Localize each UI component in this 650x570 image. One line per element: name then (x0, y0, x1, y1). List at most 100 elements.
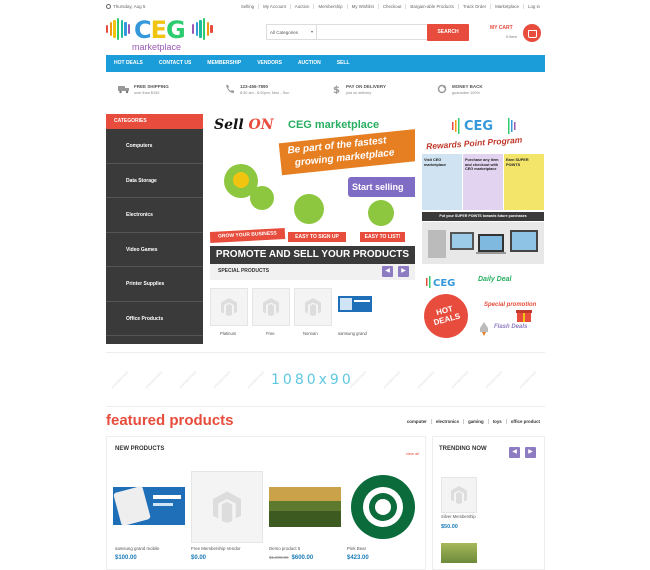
trending-product-image[interactable] (441, 543, 477, 563)
special-product-image[interactable] (210, 288, 248, 326)
starbucks-logo-image (351, 475, 415, 539)
feature-sub: guarantee 100% (452, 91, 480, 95)
view-all-link[interactable]: view all (406, 451, 419, 456)
tab-gaming[interactable]: gaming (463, 419, 488, 424)
sidebar-item-data-storage[interactable]: Data Storage (106, 164, 203, 198)
top-link-auction[interactable]: Auction (289, 4, 314, 9)
cart-widget[interactable]: MY CART 0 item (490, 24, 544, 43)
product-name[interactable]: Pink Bear (347, 546, 366, 551)
sidebar-item-video-games[interactable]: Video Games (106, 233, 203, 267)
feature-sub: just on delivery (346, 91, 372, 95)
special-product-name[interactable]: Free (266, 331, 275, 336)
search-input[interactable] (319, 26, 419, 39)
top-link-checkout[interactable]: Checkout (377, 4, 406, 9)
category-select[interactable]: All Categories (267, 25, 317, 40)
placeholder-logo-icon (221, 298, 237, 316)
truck-icon (118, 86, 129, 94)
special-product-image[interactable] (252, 288, 290, 326)
features-strip: FREE SHIPPING over than $150 123-456-789… (106, 80, 545, 102)
tab-electronics[interactable]: electronics (430, 419, 463, 424)
banner-ribbon: Be part of the fastest growing marketpla… (278, 128, 415, 176)
svg-text:$: $ (333, 85, 340, 94)
categories-header: CATEGORIES (106, 114, 203, 129)
cart-icon[interactable] (523, 24, 541, 42)
top-link-login[interactable]: Log in (523, 4, 544, 9)
product-image[interactable] (191, 471, 263, 543)
product-image[interactable] (347, 471, 419, 543)
chevron-left-icon[interactable]: ◀ (509, 447, 520, 458)
ceg-logo-small: CEG (426, 276, 455, 289)
nav-item-vendors[interactable]: VENDORS (249, 55, 290, 72)
nav-item-contact-us[interactable]: CONTACT US (151, 55, 199, 72)
rewards-panel: Purchase any item and checkout with CEG … (463, 154, 503, 210)
ad-placeholder[interactable]: unwatermark unwatermark unwatermark unwa… (106, 352, 545, 407)
new-products-title: NEW PRODUCTS (115, 446, 165, 452)
top-link-membership[interactable]: Membership (313, 4, 346, 9)
product-image[interactable] (113, 471, 185, 543)
start-selling-button[interactable]: Start selling (348, 177, 415, 197)
landscape-product-image (269, 487, 341, 527)
top-link-marketplace[interactable]: Marketplace (490, 4, 523, 9)
chevron-right-icon[interactable]: ▶ (398, 266, 409, 277)
feature-sub: over than $150 (134, 91, 160, 95)
hero-banner[interactable]: Sell ON CEG marketplace Be part of the f… (210, 114, 415, 264)
chevron-left-icon[interactable]: ◀ (382, 266, 393, 277)
deals-banner[interactable]: CEG HOT DEALS Daily Deal Special promoti… (419, 272, 544, 344)
product-image[interactable] (269, 471, 341, 543)
rewards-strip: Put your SUPER POINTS towards future pur… (422, 212, 544, 221)
special-product-name[interactable]: Platinum (220, 331, 236, 336)
placeholder-logo-icon (263, 298, 279, 316)
cart-items-count: 0 item (506, 34, 517, 39)
trending-product-image[interactable] (441, 477, 477, 513)
search-button[interactable]: SEARCH (427, 24, 469, 41)
rewards-title: Rewards Point Program (425, 134, 523, 152)
daily-deal-label: Daily Deal (478, 276, 512, 283)
banner-easy-signup-label: EASY TO SIGN UP (288, 232, 346, 242)
cart-label: MY CART (490, 25, 513, 31)
top-link-bargain[interactable]: Bargain-able Products (405, 4, 457, 9)
top-link-selling[interactable]: Selling (237, 4, 258, 9)
category-select-value: All Categories (270, 30, 299, 35)
top-link-my-account[interactable]: My Account (258, 4, 290, 9)
top-bar: Thursday, Aug 5 Selling My Account Aucti… (0, 0, 650, 14)
clock-icon (106, 4, 111, 9)
feature-title: MONEY BACK (452, 84, 483, 89)
electronics-image (422, 222, 544, 264)
logo-bars-right (192, 18, 213, 40)
product-price-group: $1,000.00 $600.00 (269, 555, 313, 561)
banner-sell-text: Sell ON (214, 117, 274, 133)
nav-item-auction[interactable]: AUCTION (290, 55, 329, 72)
categories-sidebar: CATEGORIES Computers Data Storage Electr… (106, 114, 203, 344)
sidebar-item-computers[interactable]: Computers (106, 129, 203, 164)
product-name[interactable]: samsung grand mobile (115, 546, 159, 551)
rewards-step-3: Earn SUPER POINTS (506, 158, 529, 167)
nav-item-sell[interactable]: SELL (329, 55, 358, 72)
sidebar-item-office-products[interactable]: Office Products (106, 302, 203, 336)
logo-letters: CEG (134, 16, 186, 44)
special-product-name[interactable]: Nonnan (303, 331, 318, 336)
nav-item-hot-deals[interactable]: HOT DEALS (106, 55, 151, 72)
special-product-image[interactable] (336, 288, 374, 326)
trending-product-name[interactable]: Silver Membership (441, 514, 476, 519)
special-product-name[interactable]: samsung grand (338, 331, 367, 336)
special-product-image[interactable] (294, 288, 332, 326)
phone-icon (226, 85, 234, 93)
tab-office-product[interactable]: office product (505, 419, 544, 424)
sidebar-item-electronics[interactable]: Electronics (106, 198, 203, 233)
product-name[interactable]: Demo product 5 (269, 546, 300, 551)
svg-text:CEG: CEG (433, 278, 455, 289)
rocket-icon (480, 322, 488, 336)
rewards-step-2: Purchase any item and checkout with CEG … (465, 158, 499, 171)
nav-item-membership[interactable]: MEMBERSHIP (199, 55, 249, 72)
product-name[interactable]: Free Membership Vendor (191, 546, 241, 551)
top-link-track-order[interactable]: Track Order (457, 4, 490, 9)
tab-toys[interactable]: toys (487, 419, 506, 424)
rewards-banner[interactable]: CEG Rewards Point Program Visit CEG mark… (422, 114, 544, 264)
site-logo[interactable]: CEG marketplace (106, 16, 214, 54)
top-link-wishlist[interactable]: My Wishlist (346, 4, 378, 9)
search-bar: All Categories SEARCH (266, 24, 469, 41)
right-promos: CEG Rewards Point Program Visit CEG mark… (419, 114, 544, 344)
chevron-right-icon[interactable]: ▶ (525, 447, 536, 458)
sidebar-item-printer-supplies[interactable]: Printer Supplies (106, 267, 203, 302)
tab-computer[interactable]: computer (403, 419, 431, 424)
